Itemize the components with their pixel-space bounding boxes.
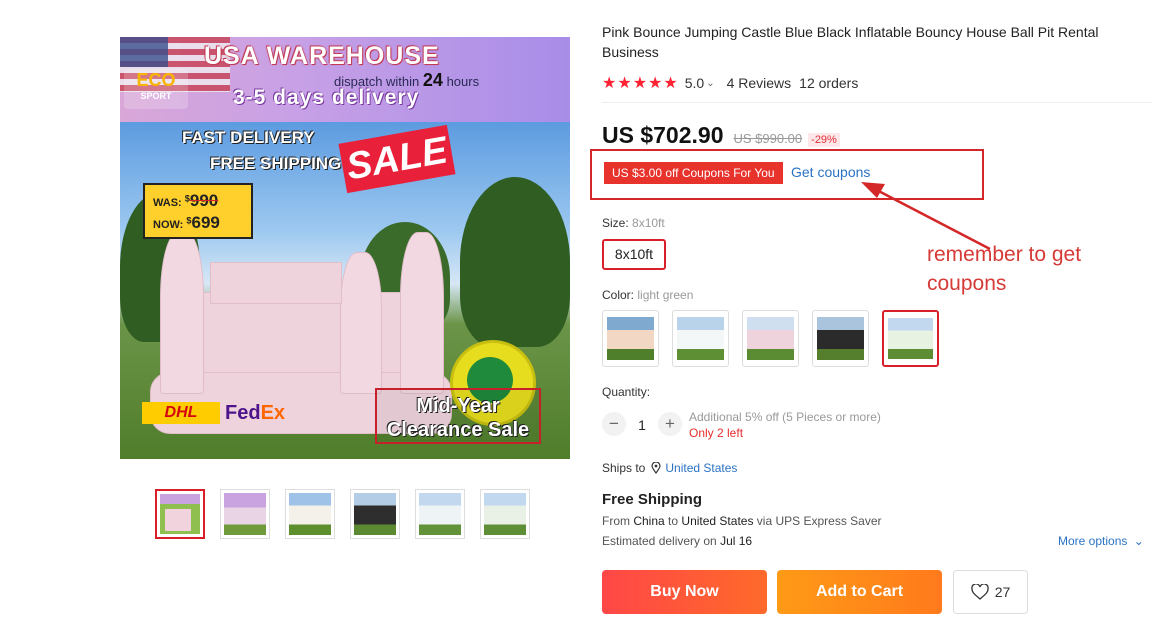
heart-icon: [970, 584, 989, 600]
color-label-text: Color:: [602, 288, 635, 302]
price-row: US $702.90 US $990.00 -29%: [602, 122, 840, 149]
wishlist-button[interactable]: 27: [953, 570, 1028, 614]
flag-canton: [120, 37, 168, 67]
thumbnail-2[interactable]: [220, 489, 270, 539]
star-icon: ★: [632, 75, 648, 92]
buy-now-button[interactable]: Buy Now: [602, 570, 767, 614]
color-swatch-white[interactable]: [672, 310, 729, 367]
banner-dispatch-hours: 24: [422, 70, 443, 90]
thumbnail-1[interactable]: [155, 489, 205, 539]
clearance-line1: Mid-Year: [416, 395, 500, 417]
est-prefix: Estimated delivery on: [602, 534, 717, 548]
thumbnail-4[interactable]: [350, 489, 400, 539]
product-title: Pink Bounce Jumping Castle Blue Black In…: [602, 24, 1099, 60]
color-swatch-peach[interactable]: [602, 310, 659, 367]
castle-scene: FAST DELIVERY FREE SHIPPING SALE WAS: $9…: [120, 122, 570, 459]
image-banner: ECO SPORT USA WAREHOUSE dispatch within …: [120, 37, 570, 122]
star-icon: ★: [663, 75, 678, 92]
dhl-logo: DHL: [142, 402, 220, 424]
annotation-note: remember to get coupons: [927, 243, 1082, 295]
was-now-price-box: WAS: $990 NOW: $699: [143, 183, 253, 239]
ship-via: via UPS Express Saver: [756, 514, 882, 528]
ships-to-row: Ships to United States: [602, 461, 737, 475]
wishlist-count: 27: [994, 584, 1011, 600]
shipping-heading: Free Shipping: [602, 491, 703, 508]
rating-value[interactable]: 5.0: [685, 75, 704, 91]
from-country: China: [633, 514, 665, 528]
was-value: 990: [189, 191, 219, 210]
thumbnail-3[interactable]: [285, 489, 335, 539]
star-icon: ★: [648, 75, 663, 92]
more-options-link[interactable]: More options ⌄: [1058, 534, 1144, 548]
free-shipping-text: FREE SHIPPING: [210, 154, 342, 173]
coupon-chip[interactable]: US $3.00 off Coupons For You: [604, 162, 783, 184]
castle-tower: [400, 232, 444, 394]
more-options-text[interactable]: More options: [1058, 534, 1127, 548]
color-selected-value: light green: [637, 288, 694, 302]
main-product-image[interactable]: ECO SPORT USA WAREHOUSE dispatch within …: [120, 37, 570, 459]
to-country: United States: [681, 514, 754, 528]
sale-tag: SALE: [338, 124, 456, 194]
castle-roof: [210, 262, 342, 304]
ships-to-label: Ships to: [602, 461, 646, 475]
ship-from-line: From China to United States via UPS Expr…: [602, 514, 882, 528]
star-icon: ★: [602, 75, 617, 92]
color-swatch-pink[interactable]: [742, 310, 799, 367]
reviews-link[interactable]: 4 Reviews: [727, 75, 792, 91]
banner-delivery-text: 3-5 days delivery: [233, 86, 420, 109]
logo-sub: SPORT: [140, 91, 172, 101]
now-line: NOW: $699: [153, 213, 220, 233]
quantity-plus-button[interactable]: +: [658, 412, 682, 436]
star-icon: ★: [617, 75, 632, 92]
thumbnail-6[interactable]: [480, 489, 530, 539]
from-prefix: From: [602, 514, 630, 528]
discount-badge: -29%: [808, 133, 840, 147]
estimated-delivery-line: Estimated delivery on Jul 16: [602, 534, 752, 548]
now-label: NOW:: [153, 219, 184, 231]
tree-graphic: [460, 177, 570, 347]
fedex-b: Ex: [260, 402, 286, 424]
size-selected-value: 8x10ft: [632, 216, 665, 230]
thumbnail-5[interactable]: [415, 489, 465, 539]
now-value: 699: [191, 213, 220, 232]
fedex-logo: FedEx: [225, 402, 285, 425]
clearance-line2: Clearance Sale: [386, 419, 530, 441]
quantity-minus-button[interactable]: −: [602, 412, 626, 436]
clearance-sale-label: Mid-Year Clearance Sale: [375, 388, 541, 444]
stock-note: Only 2 left: [689, 426, 744, 440]
castle-tower: [340, 252, 382, 394]
chevron-down-icon[interactable]: ⌄: [1134, 534, 1144, 548]
was-label: WAS:: [153, 197, 182, 209]
to-prefix: to: [668, 514, 679, 528]
color-swatch-black[interactable]: [812, 310, 869, 367]
orders-count: 12 orders: [799, 75, 859, 91]
location-pin-icon: [651, 462, 661, 474]
est-date: Jul 16: [720, 534, 753, 548]
quantity-value[interactable]: 1: [632, 417, 652, 433]
banner-dispatch-suffix: hours: [446, 74, 480, 89]
fedex-a: Fed: [225, 402, 261, 424]
size-option-8x10ft[interactable]: 8x10ft: [602, 239, 666, 270]
rating-caret-icon[interactable]: ⌄: [706, 78, 714, 89]
logo-text: ECO: [136, 70, 176, 90]
castle-tower: [160, 232, 204, 394]
rating-row: ★ ★ ★ ★ ★ 5.0 ⌄ 4 Reviews 12 orders: [602, 74, 858, 92]
was-line: WAS: $990: [153, 191, 218, 211]
size-label-text: Size:: [602, 216, 629, 230]
thumb-castle: [165, 509, 191, 531]
original-price: US $990.00: [733, 131, 803, 146]
eco-sport-logo: ECO SPORT: [124, 69, 188, 109]
bulk-discount-note: Additional 5% off (5 Pieces or more): [689, 410, 881, 424]
quantity-label: Quantity:: [602, 385, 651, 399]
banner-warehouse-text: USA WAREHOUSE: [204, 42, 440, 70]
divider: [602, 102, 1152, 103]
current-price: US $702.90: [602, 122, 724, 148]
color-label: Color: light green: [602, 288, 693, 302]
color-swatch-light-green[interactable]: [882, 310, 939, 367]
fast-delivery-text: FAST DELIVERY: [182, 128, 315, 147]
size-label: Size: 8x10ft: [602, 216, 665, 230]
add-to-cart-button[interactable]: Add to Cart: [777, 570, 942, 614]
ships-to-country-link[interactable]: United States: [665, 461, 737, 475]
